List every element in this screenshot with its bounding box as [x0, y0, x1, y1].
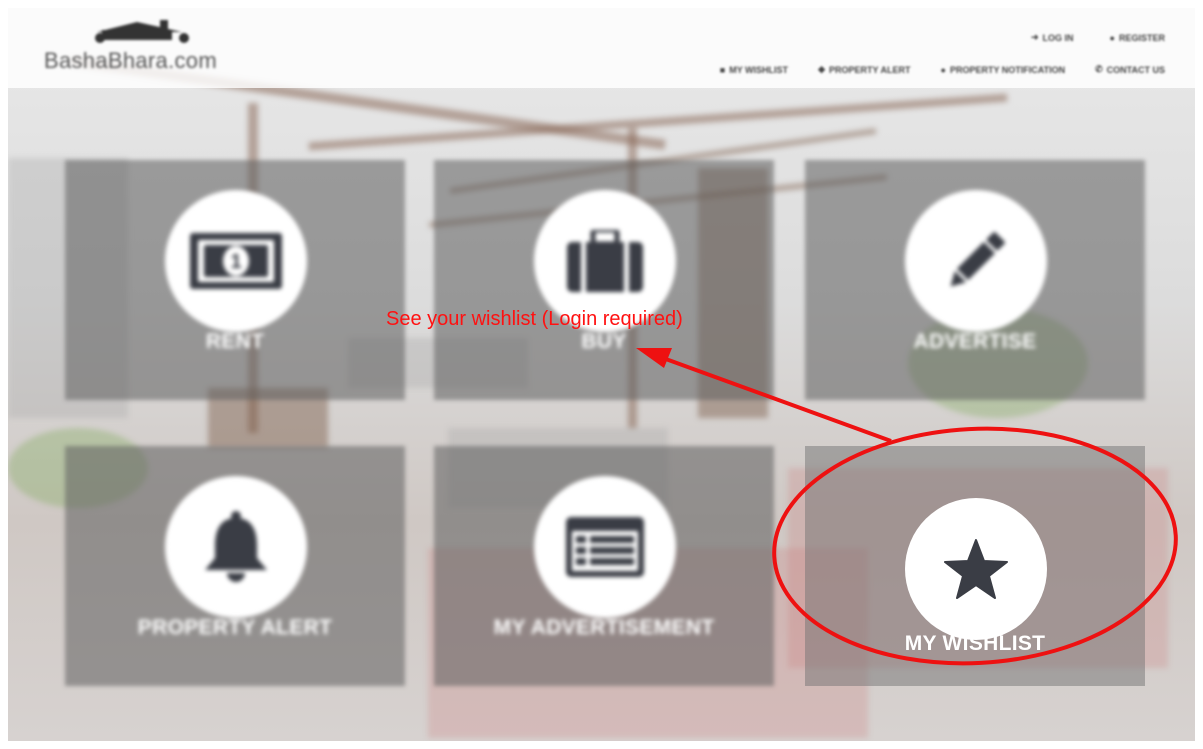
site-header: BashaBhara.com ➜ LOG IN ● REGISTER ■ MY … [8, 8, 1195, 88]
nav-property-notification[interactable]: ● PROPERTY NOTIFICATION [941, 64, 1066, 75]
tile-icon-circle: 1 [165, 190, 307, 332]
tile-buy[interactable]: BUY [434, 160, 774, 400]
tile-label: MY WISHLIST [904, 632, 1046, 655]
nav-property-alert[interactable]: ◆ PROPERTY ALERT [818, 64, 910, 75]
nav-my-wishlist[interactable]: ■ MY WISHLIST [720, 64, 788, 75]
notification-icon: ● [940, 64, 946, 75]
register-link[interactable]: ● REGISTER [1110, 32, 1165, 43]
svg-text:1: 1 [230, 251, 241, 273]
tile-icon-circle [534, 476, 676, 618]
nav-label: CONTACT US [1106, 64, 1165, 75]
top-links: ➜ LOG IN ● REGISTER [1031, 32, 1165, 43]
annotation-text: See your wishlist (Login required) [386, 308, 683, 330]
login-link[interactable]: ➜ LOG IN [1031, 32, 1074, 43]
page-frame: BashaBhara.com ➜ LOG IN ● REGISTER ■ MY … [8, 8, 1195, 741]
briefcase-icon [567, 230, 643, 292]
tile-label: MY ADVERTISEMENT [493, 616, 715, 639]
register-label: REGISTER [1118, 32, 1165, 43]
tile-property-alert[interactable]: PROPERTY ALERT [65, 446, 405, 686]
list-card-icon [566, 517, 644, 577]
user-icon: ● [1109, 32, 1115, 43]
money-icon: 1 [190, 233, 282, 289]
nav-label: PROPERTY NOTIFICATION [949, 64, 1066, 75]
tile-label: ADVERTISE [913, 330, 1037, 353]
tile-label: RENT [205, 330, 265, 353]
login-icon: ➜ [1031, 32, 1039, 42]
tile-my-wishlist[interactable]: MY WISHLIST [805, 446, 1145, 686]
alert-icon: ◆ [818, 64, 825, 74]
phone-icon: ✆ [1095, 64, 1103, 74]
nav-contact-us[interactable]: ✆ CONTACT US [1095, 64, 1165, 75]
pencil-icon [950, 232, 1005, 287]
nav-label: MY WISHLIST [729, 64, 789, 75]
tile-icon-circle [165, 476, 307, 618]
tile-my-advertisement[interactable]: MY ADVERTISEMENT [434, 446, 774, 686]
tile-icon-circle [905, 498, 1047, 640]
star-icon [944, 539, 1008, 599]
tile-label: BUY [581, 330, 627, 353]
list-icon: ■ [719, 64, 726, 75]
nav-label: PROPERTY ALERT [828, 64, 911, 75]
bell-icon [205, 511, 267, 582]
site-logo[interactable]: BashaBhara.com [44, 18, 244, 78]
logo-text: BashaBhara.com [44, 48, 217, 73]
house-logo-icon [95, 20, 189, 43]
login-label: LOG IN [1042, 32, 1074, 43]
tile-rent[interactable]: 1 RENT [65, 160, 405, 400]
tile-advertise[interactable]: ADVERTISE [805, 160, 1145, 400]
tile-label: PROPERTY ALERT [137, 616, 333, 639]
main-nav: ■ MY WISHLIST ◆ PROPERTY ALERT ● PROPERT… [720, 64, 1165, 75]
tile-icon-circle [905, 190, 1047, 332]
